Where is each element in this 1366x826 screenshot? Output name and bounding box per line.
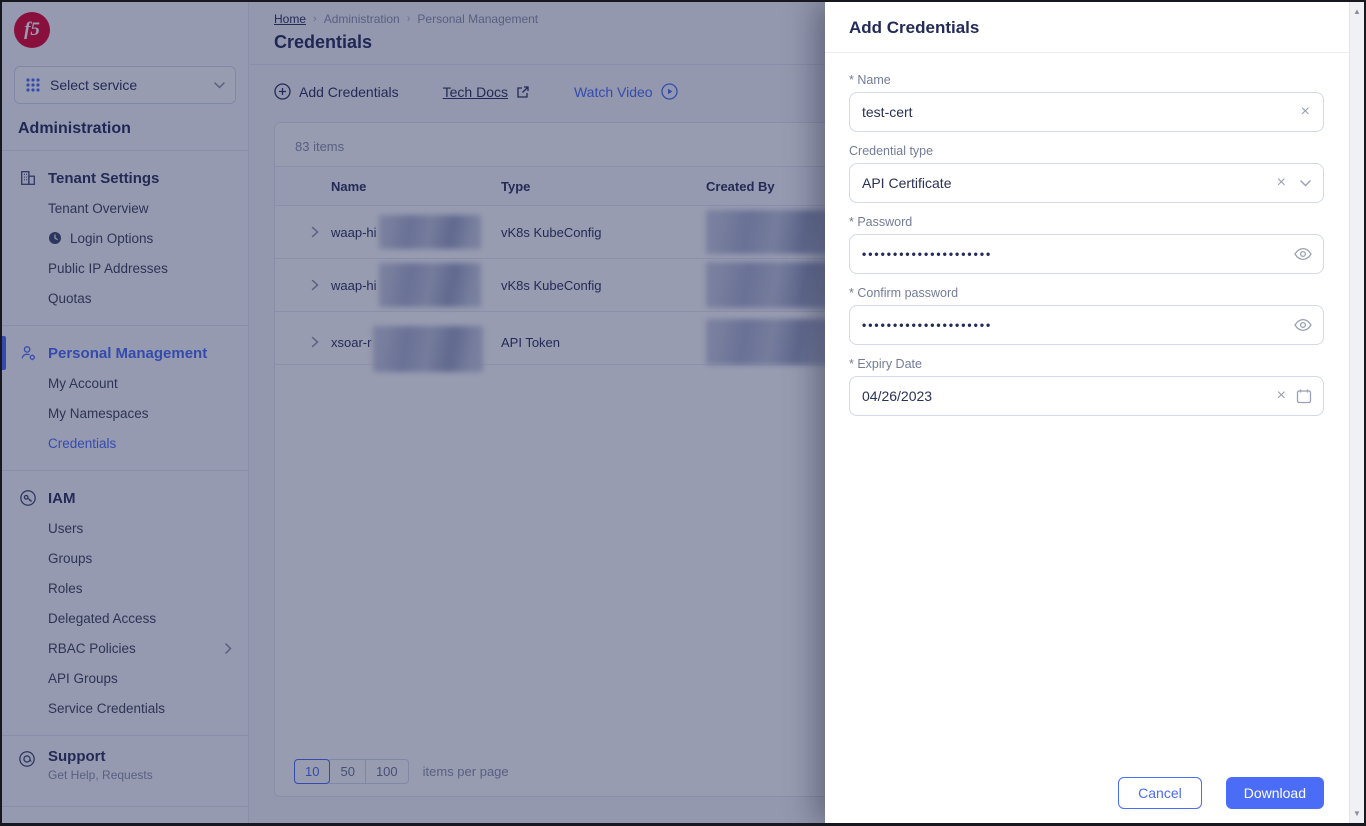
add-credentials-drawer: Add Credentials * Name × Credential type… xyxy=(825,2,1364,823)
expiry-date-field-label: * Expiry Date xyxy=(849,357,922,371)
password-field-label: * Password xyxy=(849,215,913,229)
clear-icon[interactable]: × xyxy=(1301,92,1310,132)
scroll-down-icon[interactable]: ▼ xyxy=(1350,809,1364,818)
eye-icon[interactable] xyxy=(1294,234,1312,274)
add-credentials-form: * Name × Credential type × * Password xyxy=(825,53,1364,416)
drawer-footer: Cancel Download xyxy=(1118,777,1324,809)
modal-backdrop[interactable] xyxy=(2,2,829,823)
confirm-password-field-label: * Confirm password xyxy=(849,286,959,300)
credential-type-field-label: Credential type xyxy=(849,144,934,158)
download-button[interactable]: Download xyxy=(1225,777,1324,809)
scroll-up-icon[interactable]: ▲ xyxy=(1350,7,1364,16)
clear-icon[interactable]: × xyxy=(1277,163,1286,203)
clear-icon[interactable]: × xyxy=(1277,376,1286,416)
cancel-button[interactable]: Cancel xyxy=(1118,777,1202,809)
scrollbar[interactable]: ▲ ▼ xyxy=(1349,2,1364,823)
name-field[interactable] xyxy=(849,92,1324,132)
name-field-label: * Name xyxy=(849,73,891,87)
expiry-date-field[interactable] xyxy=(849,376,1324,416)
chevron-down-icon[interactable] xyxy=(1300,163,1311,203)
password-field[interactable] xyxy=(849,234,1324,274)
credential-type-select[interactable] xyxy=(849,163,1324,203)
drawer-title: Add Credentials xyxy=(825,2,1364,53)
calendar-icon[interactable] xyxy=(1296,376,1312,416)
confirm-password-field[interactable] xyxy=(849,305,1324,345)
app-window: f5 Select service Administration Tenant … xyxy=(0,0,1366,826)
eye-icon[interactable] xyxy=(1294,305,1312,345)
